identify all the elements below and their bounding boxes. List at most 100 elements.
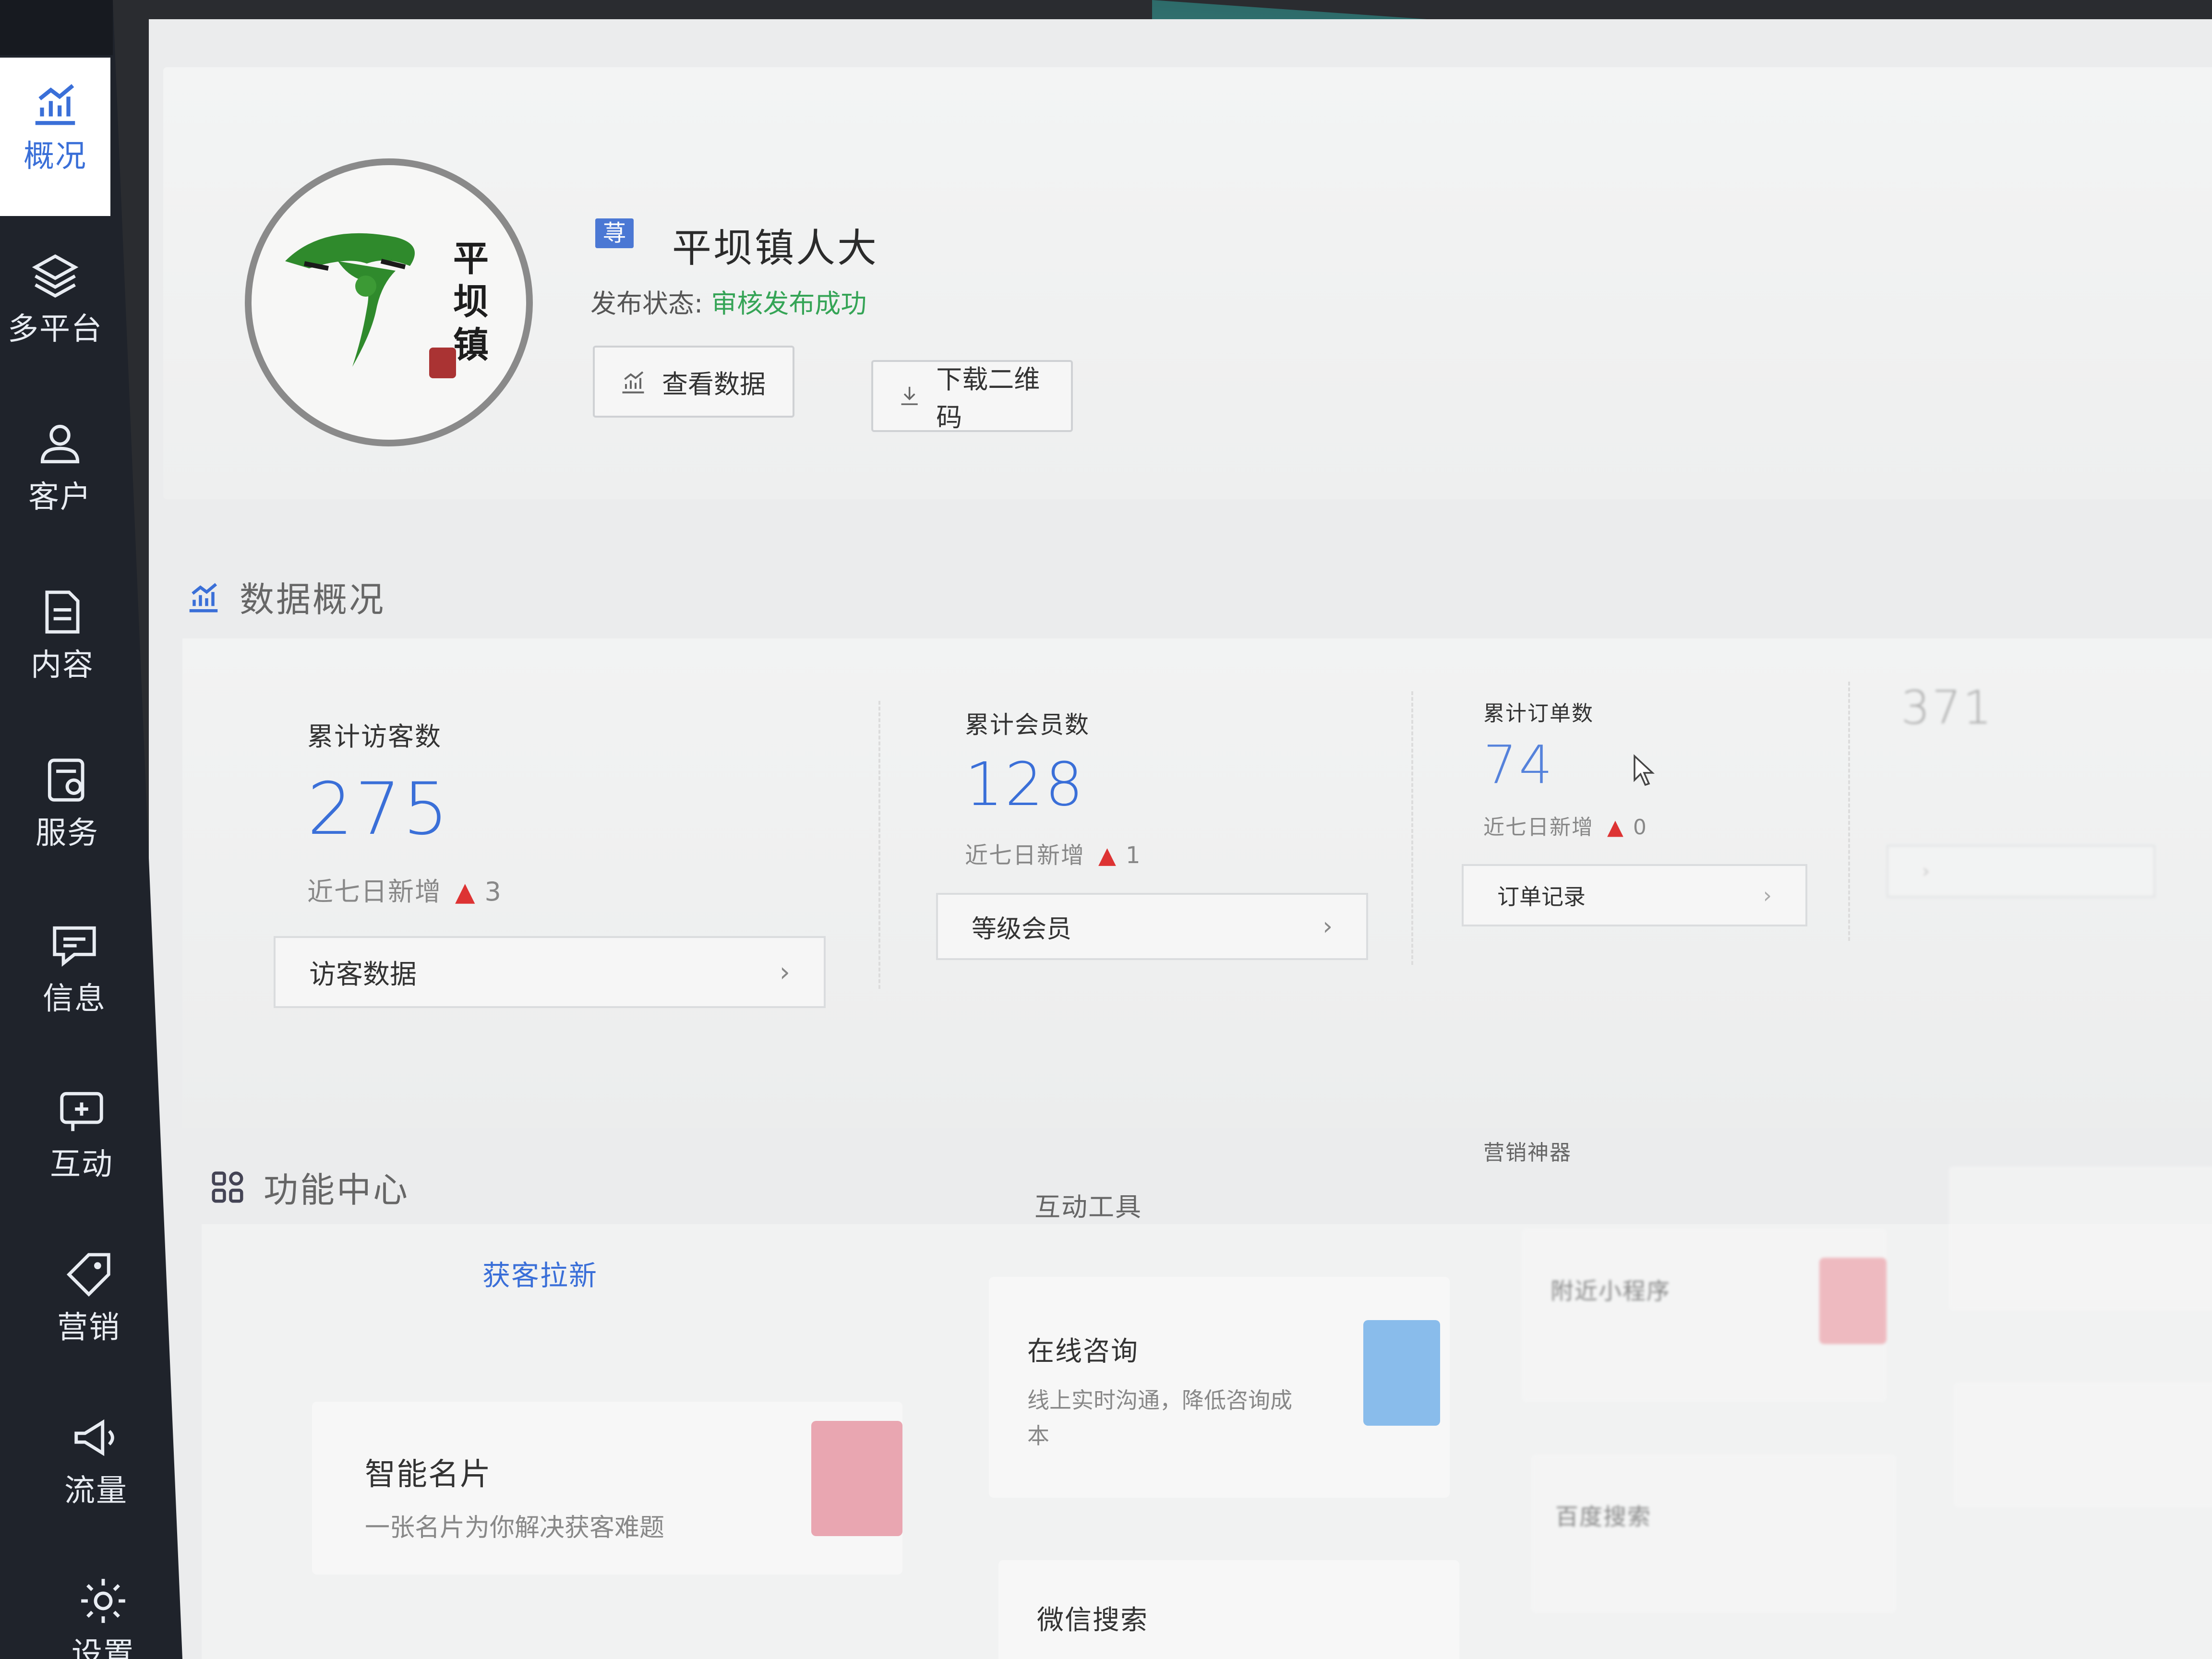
tab-acquisition[interactable]: 获客拉新 [482, 1253, 598, 1293]
stat-members: 累计会员数 128 近七日新增 ▲ 1 [965, 706, 1141, 870]
divider [1411, 691, 1413, 965]
view-data-button[interactable]: 查看数据 [593, 346, 794, 418]
chart-icon [622, 371, 644, 394]
divider [878, 701, 880, 989]
stat-delta-label: 近七日新增 [1483, 815, 1594, 840]
chart-trend-icon [189, 583, 218, 612]
consult-illustration-icon [1363, 1320, 1440, 1426]
mouse-cursor-icon [1634, 754, 1655, 786]
sidebar-item-label: 服务 [36, 816, 99, 851]
download-qr-label: 下载二维码 [936, 364, 1040, 433]
stat-delta: 近七日新增 ▲ 1 [965, 836, 1141, 870]
sidebar-item-settings[interactable]: 设置 [48, 1575, 158, 1659]
sidebar-item-label: 信息 [43, 981, 106, 1017]
sidebar-header [0, 0, 113, 55]
fourth-link[interactable]: › [1887, 845, 2155, 898]
publish-status-label: 发布状态: [590, 289, 703, 319]
stat-orders: 累计订单数 74 近七日新增 ▲ 0 [1483, 696, 1647, 841]
stat-value: 371 [1901, 682, 1994, 734]
logo-seal [429, 348, 456, 378]
sidebar-item-interaction[interactable]: 互动 [26, 1085, 137, 1184]
function-title-label: 功能中心 [264, 1170, 410, 1210]
gear-icon [81, 1579, 125, 1623]
order-records-link[interactable]: 订单记录 › [1462, 864, 1807, 926]
function-title: 功能中心 [209, 1162, 409, 1212]
overview-title: 数据概况 [185, 571, 385, 622]
stat-fourth: 371 [1901, 682, 1994, 734]
chevron-right-icon: › [1322, 912, 1333, 941]
user-icon [40, 424, 80, 464]
publish-status-value: 审核发布成功 [711, 289, 867, 319]
overview-title-label: 数据概况 [240, 579, 386, 620]
card-more[interactable] [1954, 1382, 2212, 1507]
stat-label: 累计访客数 [307, 721, 442, 752]
stat-value: 275 [307, 768, 451, 851]
megaphone-icon [74, 1419, 114, 1456]
stat-delta-value: 0 [1633, 815, 1647, 840]
stat-delta: 近七日新增 ▲ 0 [1483, 810, 1647, 841]
service-icon [48, 758, 84, 802]
sidebar-item-label: 营销 [57, 1310, 120, 1346]
tab-marketing[interactable]: 营销神器 [1483, 1135, 1572, 1166]
sidebar-item-traffic[interactable]: 流量 [41, 1411, 151, 1510]
stat-delta-value: 1 [1125, 842, 1142, 869]
member-level-label: 等级会员 [972, 914, 1072, 944]
sidebar-item-content[interactable]: 内容 [7, 586, 118, 685]
sidebar-item-label: 互动 [50, 1147, 113, 1182]
verified-badge: 荨 [595, 218, 634, 248]
chevron-right-icon: › [1763, 882, 1772, 908]
tab-interaction-tools[interactable]: 互动工具 [1034, 1186, 1142, 1224]
chevron-right-icon: › [779, 956, 790, 988]
stat-delta-label: 近七日新增 [307, 877, 442, 907]
interaction-icon [60, 1092, 103, 1131]
up-arrow-icon: ▲ [1098, 842, 1117, 869]
card-title: 百度搜索 [1555, 1503, 1652, 1530]
stat-delta: 近七日新增 ▲ 3 [307, 870, 502, 908]
card-title: 微信搜索 [1037, 1605, 1148, 1636]
sidebar-item-overview[interactable]: 概况 [0, 58, 110, 216]
divider [1848, 682, 1850, 941]
publish-status: 发布状态: 审核发布成功 [590, 282, 866, 320]
organization-logo: 平坝镇 [245, 158, 533, 446]
grid-icon [212, 1171, 243, 1202]
logo-text: 平坝镇 [453, 238, 489, 366]
sidebar-item-label: 内容 [31, 648, 94, 683]
card-baidu-search[interactable]: 百度搜索 [1531, 1455, 1896, 1613]
sidebar-item-label: 客户 [28, 480, 92, 515]
up-arrow-icon: ▲ [455, 877, 476, 907]
miniapp-illustration-icon [1819, 1258, 1887, 1344]
stat-delta-label: 近七日新增 [965, 842, 1085, 869]
view-data-label: 查看数据 [662, 369, 766, 399]
sidebar-item-label: 流量 [64, 1473, 128, 1509]
sidebar-item-services[interactable]: 服务 [12, 754, 122, 853]
organization-name: 平坝镇人大 [672, 226, 879, 271]
tag-icon [66, 1253, 110, 1297]
stat-value: 128 [965, 750, 1085, 819]
download-icon [901, 386, 918, 405]
sidebar-item-marketing[interactable]: 营销 [34, 1248, 144, 1347]
stat-label: 累计订单数 [1483, 701, 1594, 726]
business-card-illustration-icon [811, 1421, 902, 1536]
sidebar-item-customers[interactable]: 客户 [5, 418, 115, 517]
card-wechat-search[interactable]: 微信搜索 [998, 1560, 1459, 1659]
sidebar-item-platforms[interactable]: 多平台 [0, 250, 110, 349]
document-icon [45, 590, 80, 634]
up-arrow-icon: ▲ [1607, 815, 1624, 840]
visitor-data-link[interactable]: 访客数据 › [274, 936, 826, 1008]
sidebar-item-label: 概况 [24, 139, 87, 174]
message-icon [53, 926, 96, 967]
card-more[interactable] [1949, 1166, 2212, 1310]
visitor-data-label: 访客数据 [309, 959, 417, 990]
sidebar-item-messages[interactable]: 信息 [19, 919, 130, 1018]
sidebar-item-label: 多平台 [8, 312, 103, 347]
sidebar-item-label: 设置 [72, 1636, 135, 1659]
stat-value: 74 [1483, 734, 1554, 795]
order-records-label: 订单记录 [1497, 884, 1586, 910]
layers-icon [32, 254, 79, 298]
member-level-link[interactable]: 等级会员 › [936, 893, 1368, 960]
download-qr-button[interactable]: 下载二维码 [871, 360, 1073, 433]
chart-trend-icon [35, 84, 75, 125]
stat-visitors: 累计访客数 275 近七日新增 ▲ 3 [307, 715, 502, 908]
stat-delta-value: 3 [484, 877, 502, 907]
stat-label: 累计会员数 [965, 711, 1090, 739]
